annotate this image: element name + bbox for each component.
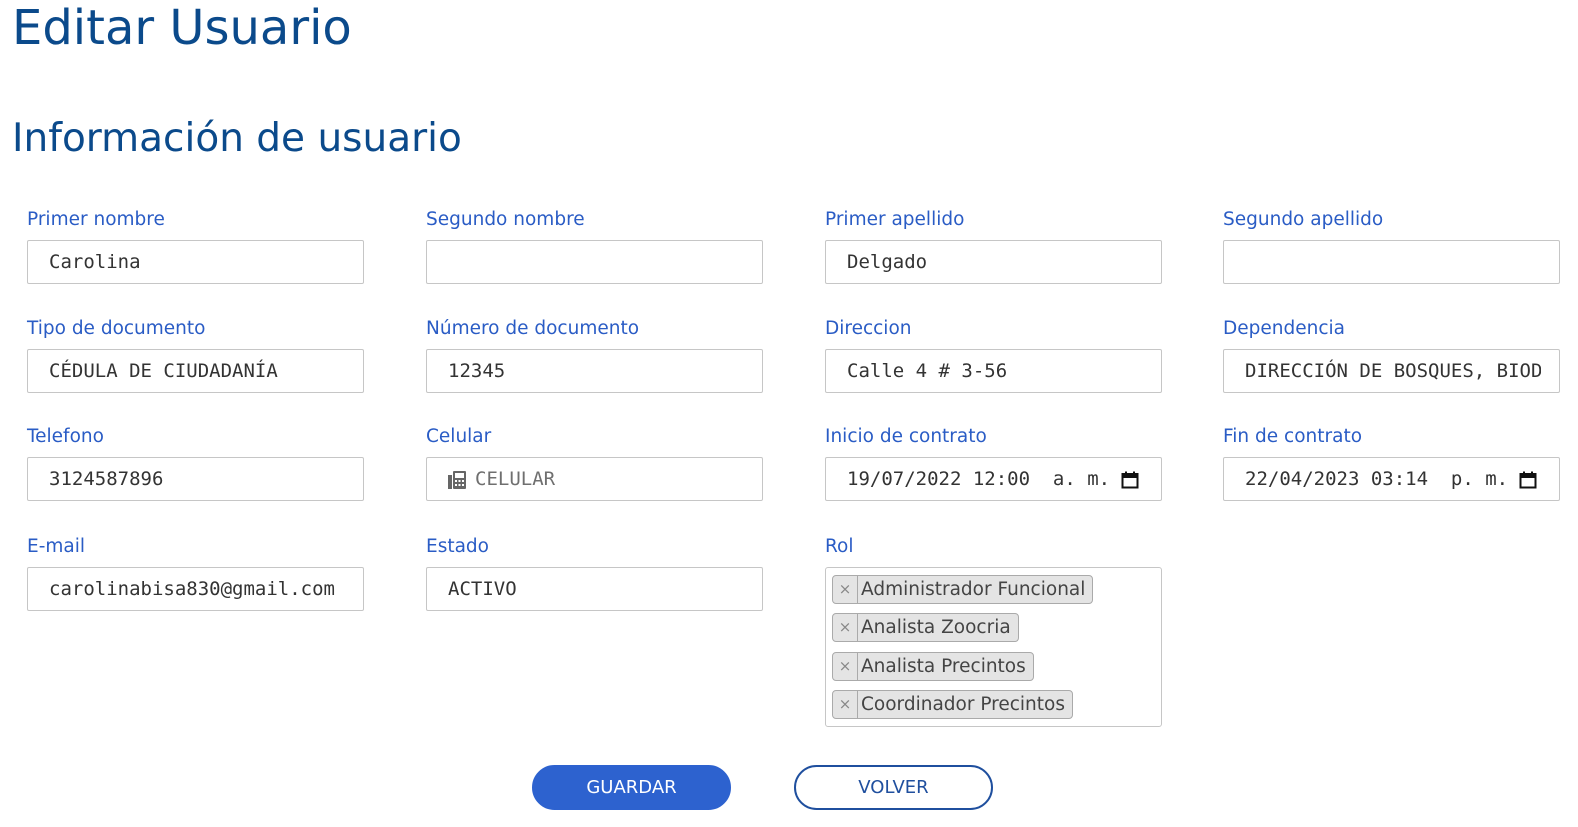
tipo-documento-input[interactable]: CÉDULA DE CIUDADANÍA: [27, 349, 364, 393]
rol-chip: × Analista Zoocria: [832, 613, 1019, 642]
dependencia-label: Dependencia: [1223, 318, 1345, 339]
save-button[interactable]: GUARDAR: [532, 765, 731, 810]
field-segundo-nombre: Segundo nombre: [426, 208, 763, 284]
email-value: carolinabisa830@gmail.com: [49, 578, 335, 600]
field-fin-contrato: Fin de contrato 22/04/2023 03:14 p. m.: [1223, 425, 1560, 501]
field-direccion: Direccion Calle 4 # 3-56: [825, 317, 1162, 393]
celular-placeholder: CELULAR: [475, 468, 556, 490]
field-primer-apellido: Primer apellido Delgado: [825, 208, 1162, 284]
calendar-icon[interactable]: [1519, 471, 1537, 489]
field-segundo-apellido: Segundo apellido: [1223, 208, 1560, 284]
tipo-documento-label: Tipo de documento: [27, 318, 206, 339]
rol-chip-label: Analista Zoocria: [861, 617, 1011, 638]
rol-chip-label: Coordinador Precintos: [861, 694, 1065, 715]
telefono-label: Telefono: [27, 426, 104, 447]
direccion-label: Direccion: [825, 318, 912, 339]
primer-nombre-input[interactable]: Carolina: [27, 240, 364, 284]
field-telefono: Telefono 3124587896: [27, 425, 364, 501]
direccion-input[interactable]: Calle 4 # 3-56: [825, 349, 1162, 393]
celular-input[interactable]: CELULAR: [426, 457, 763, 501]
primer-apellido-label: Primer apellido: [825, 209, 965, 230]
inicio-contrato-value: 19/07/2022 12:00 a. m.: [847, 468, 1111, 490]
dependencia-input[interactable]: DIRECCIÓN DE BOSQUES, BIODIVERSIDAD: [1223, 349, 1560, 393]
email-label: E-mail: [27, 536, 86, 557]
primer-nombre-value: Carolina: [49, 251, 141, 273]
remove-role-button[interactable]: ×: [833, 614, 858, 641]
field-primer-nombre: Primer nombre Carolina: [27, 208, 364, 284]
primer-apellido-value: Delgado: [847, 251, 928, 273]
phone-icon: [448, 471, 466, 489]
rol-chip: × Coordinador Precintos: [832, 690, 1073, 719]
fin-contrato-input[interactable]: 22/04/2023 03:14 p. m.: [1223, 457, 1560, 501]
rol-multiselect[interactable]: × Administrador Funcional × Analista Zoo…: [825, 567, 1162, 727]
fin-contrato-value: 22/04/2023 03:14 p. m.: [1245, 468, 1509, 490]
rol-label: Rol: [825, 536, 854, 557]
rol-chip-label: Analista Precintos: [861, 656, 1026, 677]
estado-input[interactable]: ACTIVO: [426, 567, 763, 611]
tipo-documento-value: CÉDULA DE CIUDADANÍA: [49, 360, 278, 382]
email-input[interactable]: carolinabisa830@gmail.com: [27, 567, 364, 611]
remove-role-button[interactable]: ×: [833, 576, 858, 603]
estado-value: ACTIVO: [448, 578, 517, 600]
segundo-nombre-label: Segundo nombre: [426, 209, 585, 230]
segundo-nombre-input[interactable]: [426, 240, 763, 284]
segundo-apellido-input[interactable]: [1223, 240, 1560, 284]
inicio-contrato-input[interactable]: 19/07/2022 12:00 a. m.: [825, 457, 1162, 501]
calendar-icon[interactable]: [1121, 471, 1139, 489]
back-button[interactable]: VOLVER: [794, 765, 993, 810]
inicio-contrato-label: Inicio de contrato: [825, 426, 987, 447]
field-numero-documento: Número de documento 12345: [426, 317, 763, 393]
rol-chip: × Analista Precintos: [832, 652, 1034, 681]
segundo-apellido-label: Segundo apellido: [1223, 209, 1384, 230]
field-rol: Rol × Administrador Funcional × Analista…: [825, 535, 1162, 727]
fin-contrato-label: Fin de contrato: [1223, 426, 1363, 447]
numero-documento-value: 12345: [448, 360, 506, 382]
rol-chip-label: Administrador Funcional: [861, 579, 1086, 600]
numero-documento-label: Número de documento: [426, 318, 640, 339]
section-title: Información de usuario: [12, 116, 462, 161]
rol-chip: × Administrador Funcional: [832, 575, 1094, 604]
direccion-value: Calle 4 # 3-56: [847, 360, 1008, 382]
primer-apellido-input[interactable]: Delgado: [825, 240, 1162, 284]
field-inicio-contrato: Inicio de contrato 19/07/2022 12:00 a. m…: [825, 425, 1162, 501]
remove-role-button[interactable]: ×: [833, 691, 858, 718]
remove-role-button[interactable]: ×: [833, 653, 858, 680]
numero-documento-input[interactable]: 12345: [426, 349, 763, 393]
telefono-value: 3124587896: [49, 468, 164, 490]
field-celular: Celular CELULAR: [426, 425, 763, 501]
dependencia-value: DIRECCIÓN DE BOSQUES, BIODIVERSIDAD: [1245, 360, 1541, 382]
field-dependencia: Dependencia DIRECCIÓN DE BOSQUES, BIODIV…: [1223, 317, 1560, 393]
telefono-input[interactable]: 3124587896: [27, 457, 364, 501]
field-email: E-mail carolinabisa830@gmail.com: [27, 535, 364, 611]
page-title: Editar Usuario: [12, 0, 352, 56]
primer-nombre-label: Primer nombre: [27, 209, 165, 230]
field-tipo-documento: Tipo de documento CÉDULA DE CIUDADANÍA: [27, 317, 364, 393]
celular-label: Celular: [426, 426, 492, 447]
field-estado: Estado ACTIVO: [426, 535, 763, 611]
estado-label: Estado: [426, 536, 489, 557]
